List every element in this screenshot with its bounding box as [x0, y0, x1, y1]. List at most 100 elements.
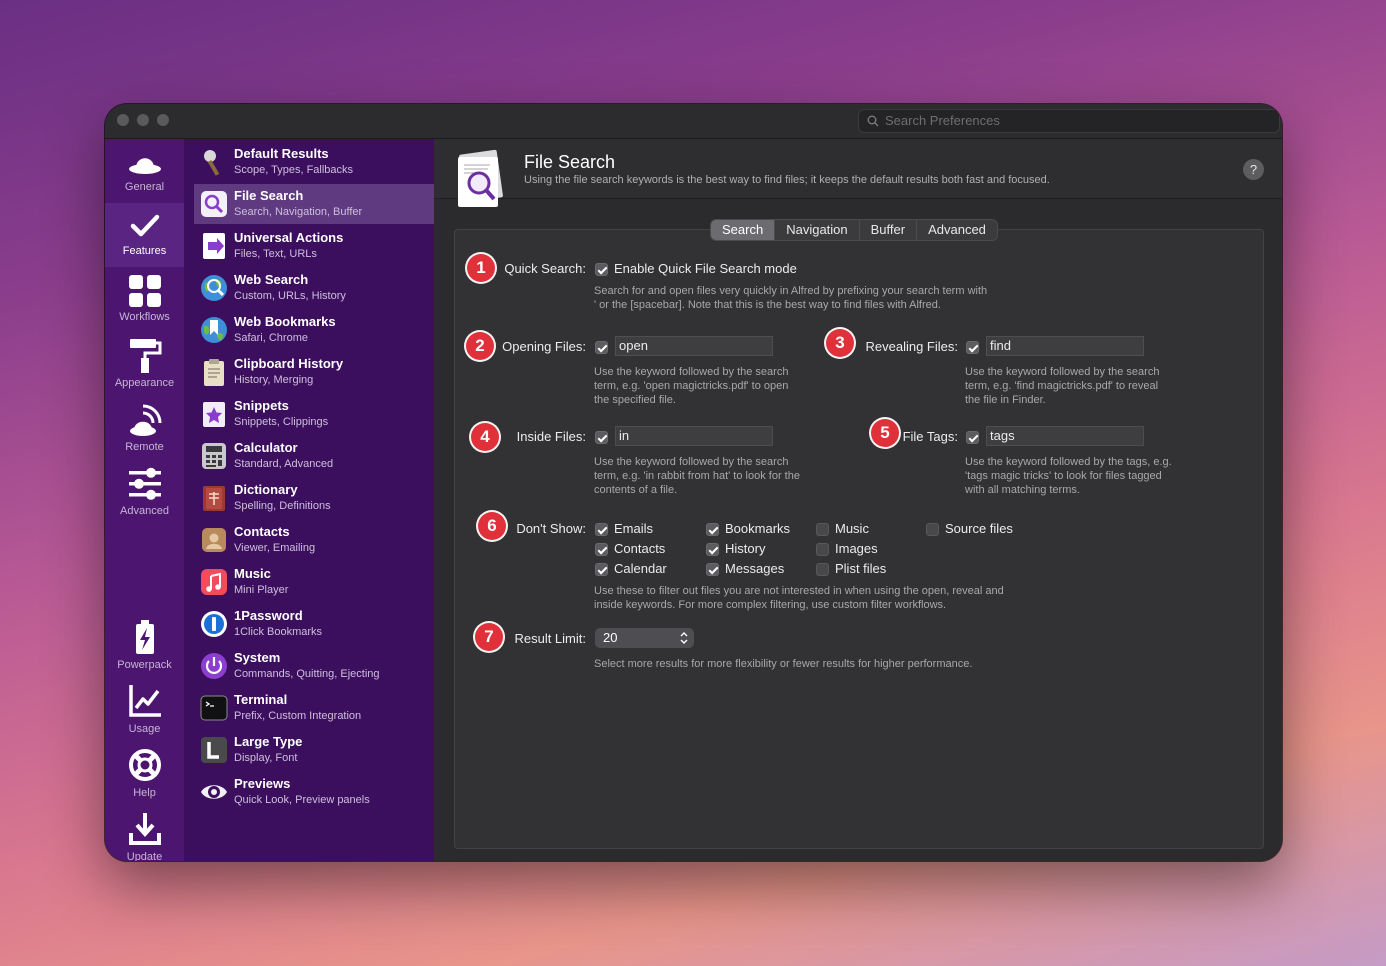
filter-emails-checkbox[interactable]	[595, 523, 608, 536]
nav-help[interactable]: Help	[105, 739, 184, 803]
feature-subtitle: Spelling, Definitions	[234, 500, 331, 512]
filter-music-checkbox[interactable]	[816, 523, 829, 536]
nav-general-label: General	[124, 181, 165, 193]
clipboard-icon	[204, 359, 224, 386]
nav-features-label: Features	[122, 245, 167, 257]
universal-actions-icon	[203, 233, 225, 259]
filter-messages-checkbox[interactable]	[706, 563, 719, 576]
result-limit-select[interactable]: 20	[595, 628, 694, 648]
nav-powerpack[interactable]: Powerpack	[105, 611, 184, 675]
file-tags-keyword-field[interactable]: tags	[986, 426, 1144, 446]
close-window-button[interactable]	[117, 114, 129, 126]
opening-files-label: Opening Files:	[502, 339, 586, 354]
feature-title: Web Search	[234, 272, 309, 287]
feature-item-previews[interactable]: Previews Quick Look, Preview panels	[194, 772, 434, 812]
feature-item-calculator[interactable]: Calculator Standard, Advanced	[194, 436, 434, 476]
dictionary-icon	[203, 486, 225, 511]
nav-appearance[interactable]: Appearance	[105, 331, 184, 395]
hat-icon	[128, 158, 161, 174]
feature-item-system[interactable]: System Commands, Quitting, Ejecting	[194, 646, 434, 686]
feature-item-terminal[interactable]: Terminal Prefix, Custom Integration	[194, 688, 434, 728]
feature-item-universal-actions[interactable]: Universal Actions Files, Text, URLs	[194, 226, 434, 266]
nav-advanced-label: Advanced	[120, 505, 169, 517]
nav-workflows[interactable]: Workflows	[105, 267, 184, 331]
quick-search-checkbox[interactable]	[595, 263, 608, 276]
file-search-doc-icon	[458, 149, 503, 207]
nav-advanced[interactable]: Advanced	[105, 459, 184, 523]
magic-wand-icon	[204, 150, 220, 176]
help-button[interactable]: ?	[1243, 159, 1264, 180]
feature-subtitle: Files, Text, URLs	[234, 248, 317, 260]
feature-item-clipboard-history[interactable]: Clipboard History History, Merging	[194, 352, 434, 392]
file-tags-checkbox[interactable]	[966, 431, 979, 444]
feature-item-large-type[interactable]: Large Type Display, Font	[194, 730, 434, 770]
filter-source-files-checkbox[interactable]	[926, 523, 939, 536]
feature-item-web-search[interactable]: Web Search Custom, URLs, History	[194, 268, 434, 308]
inside-files-checkbox[interactable]	[595, 431, 608, 444]
eye-icon	[201, 785, 227, 799]
tab-advanced[interactable]: Advanced	[917, 220, 997, 240]
title-bar: Search Preferences	[105, 104, 1282, 139]
inside-files-keyword-field[interactable]: in	[615, 426, 773, 446]
filter-history-label: History	[725, 541, 766, 556]
opening-files-keyword-field[interactable]: open	[615, 336, 773, 356]
feature-title: File Search	[234, 188, 304, 203]
feature-title: Web Bookmarks	[234, 314, 336, 329]
filter-contacts-checkbox[interactable]	[595, 543, 608, 556]
filter-bookmarks-label: Bookmarks	[725, 521, 791, 536]
revealing-files-keyword-field[interactable]: find	[986, 336, 1144, 356]
file-tags-label: File Tags:	[902, 429, 958, 444]
revealing-files-desc-line: Use the keyword followed by the search	[965, 366, 1160, 378]
sliders-icon	[128, 467, 161, 500]
feature-item-contacts[interactable]: Contacts Viewer, Emailing	[194, 520, 434, 560]
feature-item-1password[interactable]: 1Password 1Click Bookmarks	[194, 604, 434, 644]
quick-search-desc-line: Search for and open files very quickly i…	[594, 285, 988, 297]
feature-title: System	[234, 650, 281, 665]
filter-bookmarks-checkbox[interactable]	[706, 523, 719, 536]
nav-help-label: Help	[133, 787, 156, 799]
dont-show-desc-line: Use these to filter out files you are no…	[594, 585, 1004, 597]
filter-plist-files-checkbox[interactable]	[816, 563, 829, 576]
feature-item-snippets[interactable]: Snippets Snippets, Clippings	[194, 394, 434, 434]
tab-navigation[interactable]: Navigation	[775, 220, 860, 240]
feature-subtitle: Quick Look, Preview panels	[234, 794, 370, 806]
feature-item-dictionary[interactable]: Dictionary Spelling, Definitions	[194, 478, 434, 518]
feature-title: Snippets	[234, 398, 289, 413]
power-icon	[201, 653, 227, 679]
grid-icon	[128, 275, 161, 307]
tab-search[interactable]: Search	[711, 220, 776, 240]
nav-usage[interactable]: Usage	[105, 675, 184, 739]
feature-subtitle: Viewer, Emailing	[234, 542, 316, 554]
tab-buffer[interactable]: Buffer	[860, 220, 918, 240]
feature-item-music[interactable]: Music Mini Player	[194, 562, 434, 602]
opening-files-checkbox[interactable]	[595, 341, 608, 354]
feature-subtitle: Scope, Types, Fallbacks	[234, 164, 354, 176]
opening-files-desc-line: the specified file.	[594, 394, 676, 406]
snippets-icon	[203, 402, 225, 427]
revealing-files-checkbox[interactable]	[966, 341, 979, 354]
nav-update-label: Update	[126, 851, 163, 861]
nav-update[interactable]: Update	[105, 803, 184, 861]
category-icon-bar: General Features Workflows Appearance Re…	[105, 139, 184, 861]
feature-item-web-bookmarks[interactable]: Web Bookmarks Safari, Chrome	[194, 310, 434, 350]
filter-calendar-checkbox[interactable]	[595, 563, 608, 576]
minimize-window-button[interactable]	[137, 114, 149, 126]
feature-subtitle: Standard, Advanced	[234, 458, 334, 470]
search-settings-panel: 1 Quick Search: Enable Quick File Search…	[454, 229, 1264, 849]
nav-remote[interactable]: Remote	[105, 395, 184, 459]
feature-title: Previews	[234, 776, 291, 791]
feature-subtitle: 1Click Bookmarks	[234, 626, 323, 638]
zoom-window-button[interactable]	[157, 114, 169, 126]
search-preferences-input[interactable]: Search Preferences	[858, 109, 1280, 133]
preferences-window: Search Preferences General Features Work…	[105, 104, 1282, 861]
filter-images-checkbox[interactable]	[816, 543, 829, 556]
feature-item-file-search[interactable]: File Search Search, Navigation, Buffer	[194, 184, 434, 224]
nav-general[interactable]: General	[105, 139, 184, 203]
filter-history-checkbox[interactable]	[706, 543, 719, 556]
download-icon	[128, 813, 161, 845]
file-tags-desc-line: 'tags magic tricks' to look for files ta…	[965, 470, 1162, 482]
feature-item-default-results[interactable]: Default Results Scope, Types, Fallbacks	[194, 142, 434, 182]
nav-usage-label: Usage	[128, 723, 161, 735]
paint-roller-icon	[129, 339, 161, 373]
nav-features[interactable]: Features	[105, 203, 184, 267]
